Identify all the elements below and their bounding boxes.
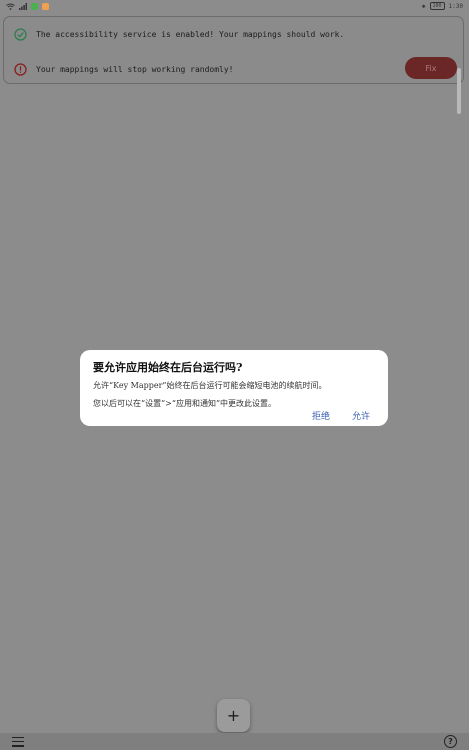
- status-bar: ✱ 100 1:30: [0, 0, 469, 12]
- accessibility-status-row: The accessibility service is enabled! Yo…: [4, 22, 463, 46]
- clock: 1:30: [448, 2, 463, 10]
- error-circle-icon: [12, 61, 28, 77]
- dialog-actions: 拒绝 允许: [312, 409, 370, 422]
- scrollbar[interactable]: [457, 68, 461, 114]
- dialog-title: 要允许应用始终在后台运行吗?: [93, 361, 243, 374]
- dialog-message-settings-hint: 您以后可以在“设置”>“应用和通知”中更改此设置。: [93, 399, 277, 408]
- background-permission-dialog: 要允许应用始终在后台运行吗? 允许“Key Mapper”始终在后台运行可能会缩…: [80, 350, 388, 426]
- bottom-app-bar: ?: [0, 733, 469, 750]
- allow-button[interactable]: 允许: [352, 409, 370, 422]
- accessibility-status-text: The accessibility service is enabled! Yo…: [36, 29, 345, 39]
- dialog-message: 允许“Key Mapper”始终在后台运行可能会缩短电池的续航时间。: [93, 381, 327, 390]
- status-bar-left: [6, 2, 49, 10]
- battery-icon: 100: [429, 2, 445, 10]
- check-circle-icon: [12, 26, 28, 42]
- signal-icon: [19, 2, 27, 10]
- warning-status-text: Your mappings will stop working randomly…: [36, 64, 234, 74]
- bluetooth-icon: ✱: [421, 2, 426, 10]
- wifi-icon: [6, 3, 15, 10]
- help-icon[interactable]: ?: [444, 735, 457, 748]
- app-notification-icon: [31, 2, 38, 10]
- app-notification-icon: [42, 2, 49, 10]
- add-mapping-button[interactable]: +: [217, 699, 250, 732]
- status-card: The accessibility service is enabled! Yo…: [3, 16, 464, 84]
- status-bar-right: ✱ 100 1:30: [422, 2, 463, 10]
- deny-button[interactable]: 拒绝: [312, 409, 330, 422]
- warning-status-row: Your mappings will stop working randomly…: [4, 57, 463, 81]
- menu-icon[interactable]: [12, 736, 24, 747]
- fix-button[interactable]: Fix: [405, 57, 457, 79]
